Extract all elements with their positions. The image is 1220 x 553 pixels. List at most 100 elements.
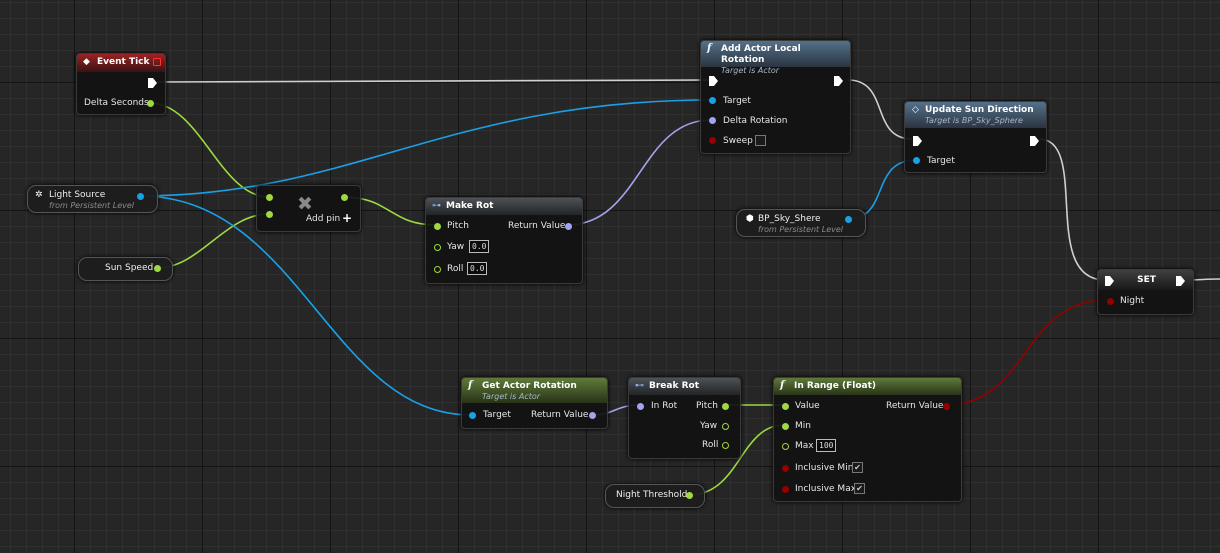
light-icon: ✲ [35, 190, 43, 200]
yaw-pin[interactable] [434, 244, 441, 251]
function-icon: f [707, 43, 712, 54]
object-wire [139, 99, 712, 197]
multiply-node[interactable]: ✖ Add pin + [256, 185, 361, 232]
set-night-node[interactable]: SET Night [1097, 269, 1194, 315]
sweep-pin[interactable] [709, 137, 716, 144]
roll-pin[interactable] [434, 266, 441, 273]
node-header: ◆ Event Tick [77, 54, 165, 72]
night-threshold-variable[interactable]: Night Threshold [605, 484, 705, 508]
exec-wire [156, 79, 710, 83]
float-wire [149, 102, 270, 198]
exec-out-pin[interactable] [1030, 136, 1039, 146]
sweep-checkbox[interactable] [755, 135, 766, 146]
function-icon: f [780, 380, 785, 391]
in-range-float-node[interactable]: f In Range (Float) Value Return Value Mi… [773, 377, 962, 502]
pin-label: Yaw [447, 242, 465, 252]
pitch-pin[interactable] [434, 223, 441, 230]
add-actor-local-rotation-node[interactable]: f Add Actor Local Rotation Target is Act… [700, 40, 851, 154]
exec-in-pin[interactable] [709, 76, 718, 86]
pin-label: Delta Rotation [723, 116, 788, 126]
float-wire [156, 213, 270, 269]
roll-input[interactable]: 0.0 [467, 262, 488, 275]
get-actor-rotation-node[interactable]: f Get Actor Rotation Target is Actor Tar… [461, 377, 608, 429]
add-pin-plus-icon[interactable]: + [342, 211, 352, 225]
node-title: In Range (Float) [794, 381, 876, 391]
in-rot-pin[interactable] [637, 403, 644, 410]
node-title: Make Rot [446, 201, 494, 211]
pin-label: Return Value [886, 401, 944, 411]
pin-label: Min [795, 421, 811, 431]
update-sun-direction-node[interactable]: ◇ Update Sun Direction Target is BP_Sky_… [904, 101, 1047, 173]
target-pin[interactable] [709, 97, 716, 104]
min-pin[interactable] [782, 423, 789, 430]
node-header: f Add Actor Local Rotation Target is Act… [701, 41, 850, 75]
pitch-out-pin[interactable] [722, 403, 729, 410]
output-pin[interactable] [341, 194, 348, 201]
roll-out-pin[interactable] [722, 442, 729, 449]
value-pin[interactable] [782, 403, 789, 410]
exec-wire [847, 79, 913, 140]
pin-label: Pitch [447, 221, 469, 231]
node-title: Get Actor Rotation [482, 381, 577, 391]
node-title: Add Actor Local Rotation [721, 44, 801, 65]
sun-speed-out-pin[interactable] [154, 265, 161, 272]
pin-label: Target [927, 156, 955, 166]
max-pin[interactable] [782, 443, 789, 450]
node-header: ⊶ Make Rot [426, 198, 582, 215]
node-header: ⊷ Break Rot [629, 378, 740, 395]
pin-label: In Rot [651, 401, 678, 411]
inclusive-min-pin[interactable] [782, 465, 789, 472]
node-subtitle: Target is BP_Sky_Sphere [925, 116, 1023, 125]
max-input[interactable]: 100 [816, 439, 837, 452]
light-source-out-pin[interactable] [137, 193, 144, 200]
event-diamond-icon: ◇ [912, 105, 919, 115]
actor-icon: ⬢ [746, 214, 754, 224]
break-rot-node[interactable]: ⊷ Break Rot In Rot Pitch Yaw Roll [628, 377, 741, 459]
sky-sphere-out-pin[interactable] [845, 216, 852, 223]
pin-label: Roll [447, 264, 464, 274]
delta-rotation-pin[interactable] [709, 117, 716, 124]
return-value-pin[interactable] [565, 223, 572, 230]
inclusive-max-pin[interactable] [782, 486, 789, 493]
night-threshold-out-pin[interactable] [686, 492, 693, 499]
delegate-pin-icon[interactable] [153, 58, 161, 66]
night-pin[interactable] [1107, 298, 1114, 305]
node-header: f Get Actor Rotation Target is Actor [462, 378, 607, 403]
event-tick-node[interactable]: ◆ Event Tick Delta Seconds [76, 53, 166, 115]
pin-label: Delta Seconds [84, 98, 149, 108]
return-value-pin[interactable] [589, 412, 596, 419]
event-diamond-icon: ◆ [83, 57, 90, 67]
node-subtitle: Target is Actor [721, 66, 780, 75]
add-pin-label[interactable]: Add pin [306, 214, 340, 224]
variable-name: BP_Sky_Shere [758, 214, 821, 224]
target-pin[interactable] [913, 157, 920, 164]
pin-label: Inclusive Min [795, 463, 854, 473]
pin-label: Yaw [700, 421, 718, 431]
variable-source: from Persistent Level [49, 201, 134, 210]
exec-out-pin[interactable] [834, 76, 843, 86]
yaw-out-pin[interactable] [722, 423, 729, 430]
node-header: ◇ Update Sun Direction Target is BP_Sky_… [905, 102, 1046, 128]
light-source-variable[interactable]: ✲ Light Source from Persistent Level [27, 185, 158, 213]
yaw-input[interactable]: 0.0 [469, 240, 490, 253]
target-pin[interactable] [469, 412, 476, 419]
make-rot-node[interactable]: ⊶ Make Rot Pitch Return Value Yaw 0.0 Ro… [425, 197, 583, 284]
exec-wire [1038, 138, 1106, 281]
delta-seconds-pin[interactable] [147, 100, 154, 107]
inclusive-min-checkbox[interactable]: ✔ [852, 462, 863, 473]
pin-label: Return Value [531, 410, 589, 420]
input-b-pin[interactable] [266, 211, 273, 218]
node-title: Break Rot [649, 381, 700, 391]
return-value-pin[interactable] [943, 403, 950, 410]
inclusive-max-checkbox[interactable]: ✔ [854, 483, 865, 494]
variable-name: Light Source [49, 190, 106, 200]
sun-speed-variable[interactable]: Sun Speed [78, 257, 173, 281]
input-a-pin[interactable] [266, 194, 273, 201]
pin-label: Target [723, 96, 751, 106]
sky-sphere-variable[interactable]: ⬢ BP_Sky_Shere from Persistent Level [736, 209, 866, 237]
node-subtitle: Target is Actor [482, 392, 541, 401]
exec-in-pin[interactable] [913, 136, 922, 146]
node-title: Update Sun Direction [925, 105, 1034, 115]
exec-out-pin[interactable] [148, 78, 157, 88]
rotator-wire [566, 119, 712, 226]
